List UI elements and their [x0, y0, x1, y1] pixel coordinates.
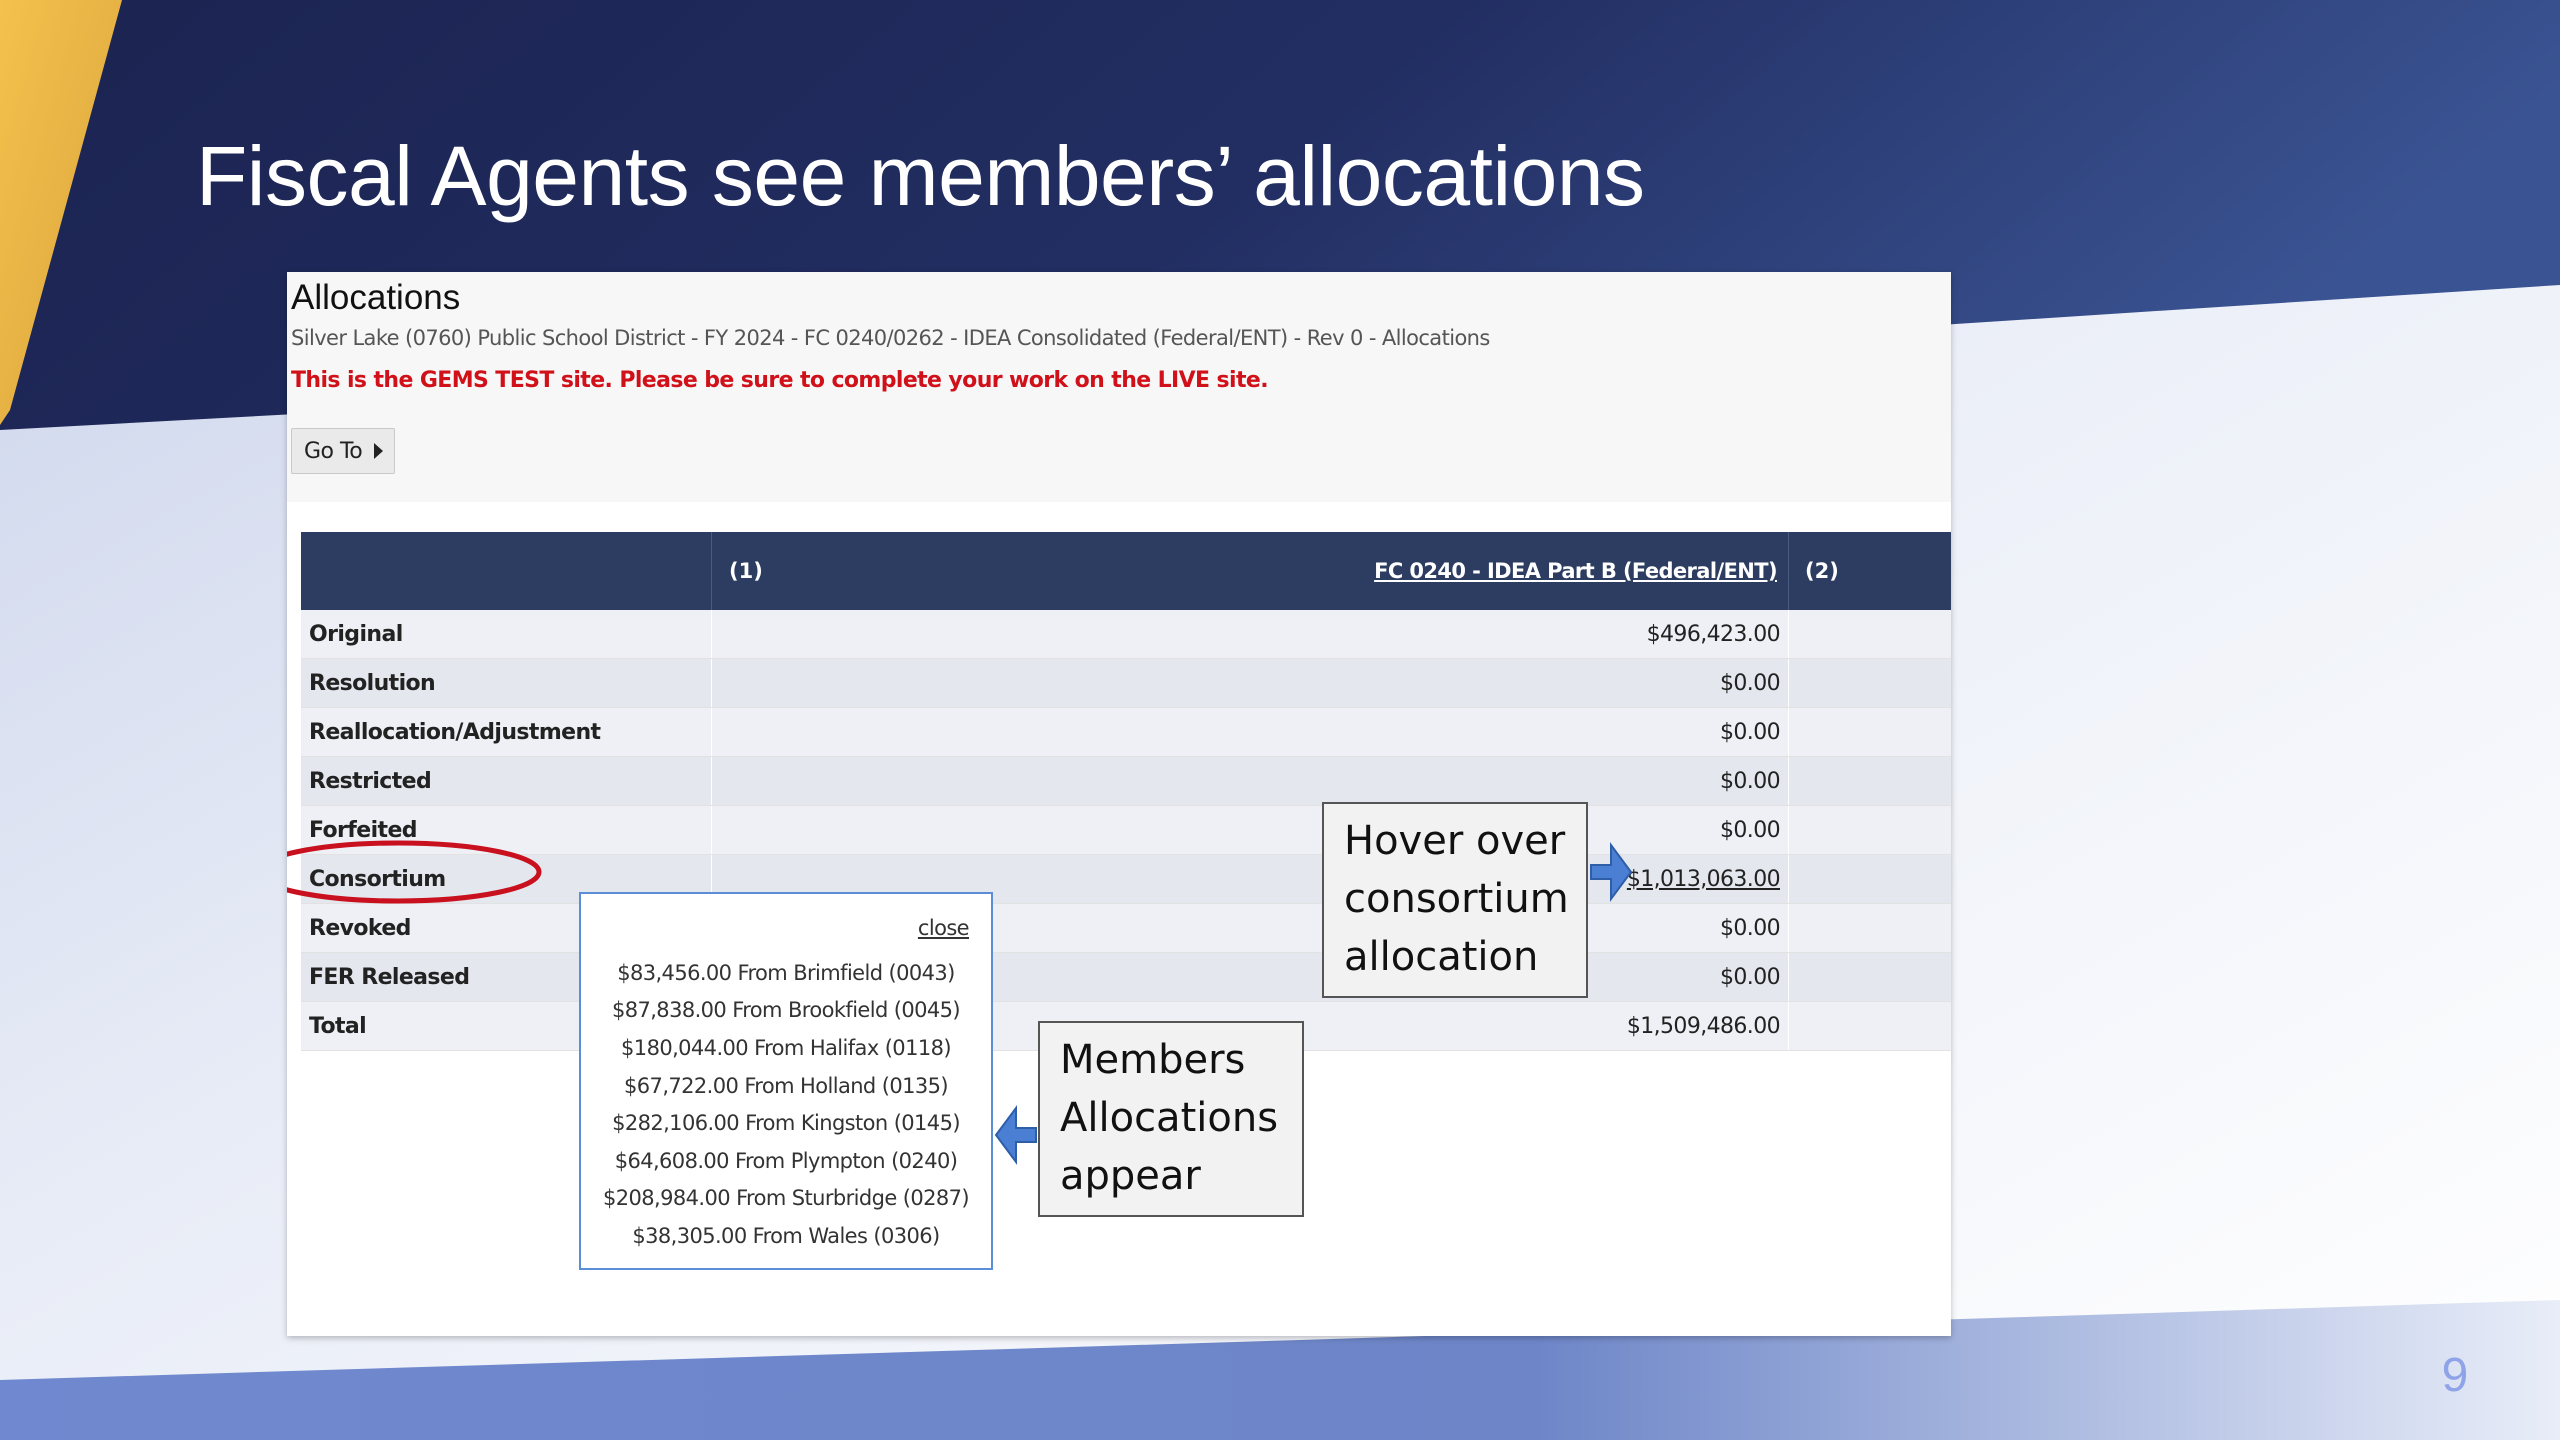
row-value: $0.00 [1720, 670, 1781, 696]
column-number-2: (2) [1805, 559, 1839, 583]
table-row-consortium: Consortium $1,013,063.00 [301, 855, 1951, 904]
table-row-reallocation: Reallocation/Adjustment $0.00 [301, 708, 1951, 757]
list-item: $87,838.00 From Brookfield (0045) [611, 998, 961, 1023]
callout-hover-consortium: Hover over consortium allocation [1322, 802, 1588, 998]
row-label: Restricted [309, 768, 432, 794]
list-item: $208,984.00 From Sturbridge (0287) [603, 1186, 970, 1211]
row-label: FER Released [309, 964, 470, 990]
table-header: (1) FC 0240 - IDEA Part B (Federal/ENT) … [301, 532, 1951, 610]
allocations-screenshot: Allocations Silver Lake (0760) Public Sc… [287, 272, 1951, 1336]
column-header-fc-0240: FC 0240 - IDEA Part B (Federal/ENT) [801, 532, 1777, 610]
row-label: Original [309, 621, 403, 647]
allocations-table: (1) FC 0240 - IDEA Part B (Federal/ENT) … [301, 532, 1951, 1051]
column-number-1: (1) [729, 559, 763, 583]
table-row-revoked: Revoked $0.00 [301, 904, 1951, 953]
member-allocation-list: $83,456.00 From Brimfield (0043) $87,838… [581, 954, 991, 1255]
row-label: Resolution [309, 670, 436, 696]
arrow-left-icon [994, 1104, 1037, 1166]
row-label: Reallocation/Adjustment [309, 719, 601, 745]
callout-line: Hover over [1344, 818, 1566, 864]
row-label: Consortium [309, 866, 446, 892]
slide: Fiscal Agents see members’ allocations 9… [0, 0, 2560, 1440]
callout-line: Members [1060, 1037, 1246, 1083]
test-site-warning: This is the GEMS TEST site. Please be su… [291, 368, 1269, 393]
row-label: Revoked [309, 915, 411, 941]
page-title: Allocations [291, 278, 461, 317]
callout-members-allocations: Members Allocations appear [1038, 1021, 1304, 1217]
list-item: $67,722.00 From Holland (0135) [624, 1073, 949, 1098]
table-row-resolution: Resolution $0.00 [301, 659, 1951, 708]
row-value: $0.00 [1720, 719, 1781, 745]
column-divider [1788, 532, 1789, 610]
column-divider [711, 532, 712, 610]
popover-close-link[interactable]: close [918, 916, 970, 940]
list-item: $83,456.00 From Brimfield (0043) [617, 960, 955, 985]
row-label: Forfeited [309, 817, 418, 843]
consortium-members-popover: close $83,456.00 From Brimfield (0043) $… [579, 892, 993, 1270]
table-row-forfeited: Forfeited $0.00 [301, 806, 1951, 855]
table-row-restricted: Restricted $0.00 [301, 757, 1951, 806]
callout-line: Allocations [1060, 1095, 1279, 1141]
go-to-button[interactable]: Go To [291, 428, 395, 474]
table-row-original: Original $496,423.00 [301, 610, 1951, 659]
go-to-label: Go To [304, 438, 363, 464]
breadcrumb: Silver Lake (0760) Public School Distric… [291, 326, 1490, 350]
fc-0240-link[interactable]: FC 0240 - IDEA Part B (Federal/ENT) [1374, 559, 1777, 583]
row-value: $0.00 [1720, 768, 1781, 794]
list-item: $38,305.00 From Wales (0306) [632, 1223, 940, 1248]
list-item: $180,044.00 From Halifax (0118) [621, 1035, 952, 1060]
callout-line: appear [1060, 1153, 1201, 1199]
list-item: $64,608.00 From Plympton (0240) [614, 1148, 958, 1173]
list-item: $282,106.00 From Kingston (0145) [612, 1111, 960, 1136]
table-row-fer-released: FER Released $0.00 [301, 953, 1951, 1002]
row-value: $496,423.00 [1646, 621, 1781, 647]
row-label: Total [309, 1013, 367, 1039]
page-number: 9 [2441, 1349, 2469, 1402]
caret-right-icon [374, 443, 384, 459]
callout-line: allocation [1344, 934, 1539, 980]
slide-title: Fiscal Agents see members’ allocations [196, 129, 1645, 223]
callout-line: consortium [1344, 876, 1569, 922]
page-header: Allocations Silver Lake (0760) Public Sc… [287, 272, 1951, 502]
